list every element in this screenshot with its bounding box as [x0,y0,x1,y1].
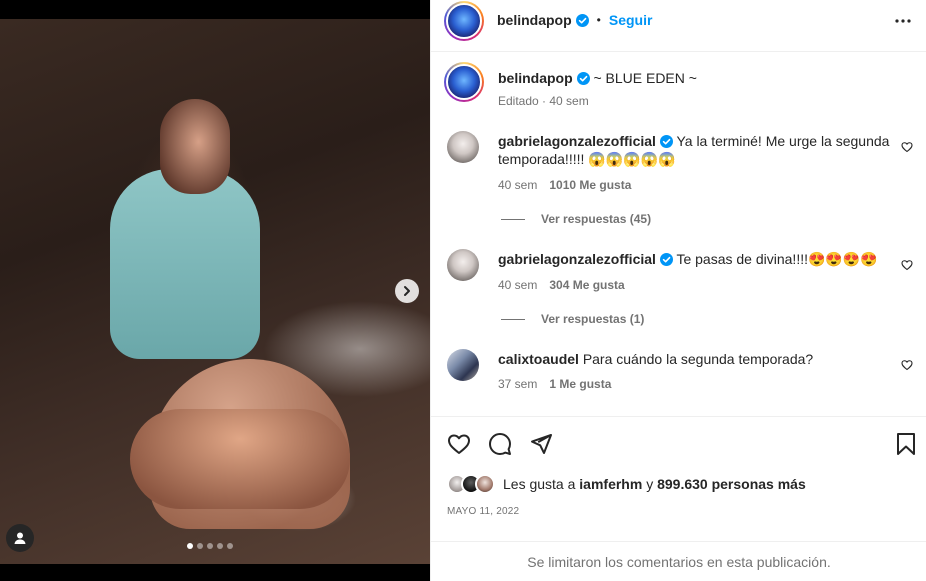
carousel-dot [187,543,193,549]
carousel-dot [227,543,233,549]
likes-count[interactable]: 899.630 personas más [657,476,806,492]
tagged-users-button[interactable] [6,524,34,552]
comment-time: 40 sem [498,178,538,192]
comments-limited-notice: Se limitaron los comentarios en esta pub… [431,541,926,581]
comment-time: 37 sem [498,377,538,391]
comment-meta: 40 sem 1010 Me gusta [498,178,631,192]
bookmark-icon [897,433,915,455]
verified-badge-icon [659,135,673,148]
comment-username[interactable]: gabrielagonzalezofficial [498,251,656,267]
caption-text: ~ BLUE EDEN ~ [593,70,697,86]
comment-text: Te pasas de divina!!!!😍😍😍😍 [676,251,878,267]
likes-prefix: Les gusta a [503,476,576,492]
view-replies-button[interactable]: Ver respuestas (1) [501,312,644,326]
header-separator: • [596,13,601,27]
comment-like-button[interactable] [901,141,913,153]
follow-button[interactable]: Seguir [609,12,653,28]
photo-figure-top [110,169,260,359]
carousel-dot [207,543,213,549]
comment-meta: 40 sem 304 Me gusta [498,278,625,292]
post-actions-section: Les gusta a iamferhm y 899.630 personas … [431,416,926,581]
like-button[interactable] [447,432,471,456]
photo-figure-head [160,99,230,194]
verified-badge-icon [576,72,590,85]
comment-time: 40 sem [498,278,538,292]
post-header: belindapop • Seguir [431,0,926,52]
post-media [0,0,430,581]
comment-like-button[interactable] [901,259,913,271]
more-horizontal-icon [895,19,911,23]
comment-text: Para cuándo la segunda temporada? [582,351,814,367]
paper-plane-icon [531,434,552,454]
comment-text-block: calixtoaudel Para cuándo la segunda temp… [498,350,893,368]
comment-likes-count[interactable]: 1010 Me gusta [549,178,631,192]
likes-connector: y [646,476,654,492]
commenter-avatar[interactable] [447,249,479,281]
comment-item: calixtoaudel Para cuándo la segunda temp… [447,349,917,399]
caption-text-line: belindapop ~ BLUE EDEN ~ [498,69,893,87]
post-photo[interactable] [0,19,430,564]
comment-like-button[interactable] [901,359,913,371]
comment-bubble-icon [489,433,511,455]
save-button[interactable] [895,432,917,456]
comment-username[interactable]: gabrielagonzalezofficial [498,133,656,149]
post-date[interactable]: MAYO 11, 2022 [447,506,519,517]
comment-item: gabrielagonzalezofficial Te pasas de div… [447,249,917,299]
author-avatar[interactable] [444,1,484,41]
comment-text-block: gabrielagonzalezofficial Te pasas de div… [498,250,893,268]
post-side-panel: belindapop • Seguir belindapop ~ BLUE ED… [430,0,926,581]
heart-icon [448,434,470,454]
heart-icon [901,360,913,371]
caption-edited-time: Editado · 40 sem [498,94,589,108]
caption-meta: Editado · 40 sem [498,94,589,108]
comment-likes-count[interactable]: 1 Me gusta [549,377,611,391]
verified-badge-icon [659,253,673,266]
likes-summary: Les gusta a iamferhm y 899.630 personas … [447,474,806,494]
photo-figure-legs [130,409,350,509]
author-username[interactable]: belindapop [497,12,572,28]
liker-username[interactable]: iamferhm [579,476,642,492]
carousel-next-button[interactable] [395,279,419,303]
caption-username[interactable]: belindapop [498,70,573,86]
more-options-button[interactable] [895,19,911,23]
commenter-avatar[interactable] [447,131,479,163]
share-button[interactable] [529,432,553,456]
user-icon [14,532,26,544]
comment-likes-count[interactable]: 304 Me gusta [549,278,624,292]
comment-meta: 37 sem 1 Me gusta [498,377,611,391]
chevron-right-icon [404,286,410,296]
comment-button[interactable] [488,432,512,456]
liker-avatar [475,474,495,494]
view-replies-label: Ver respuestas (45) [541,212,652,226]
view-replies-button[interactable]: Ver respuestas (45) [501,212,651,226]
likes-text: Les gusta a iamferhm y 899.630 personas … [503,476,806,492]
verified-badge-icon [575,13,589,27]
comment-text-block: gabrielagonzalezofficial Ya la terminé! … [498,132,893,168]
comment-username[interactable]: calixtoaudel [498,351,579,367]
view-replies-label: Ver respuestas (1) [541,312,645,326]
caption-author-avatar[interactable] [444,62,484,102]
heart-icon [901,142,913,153]
carousel-dot [217,543,223,549]
carousel-dot [197,543,203,549]
caption: belindapop ~ BLUE EDEN ~ Editado · 40 se… [444,62,917,112]
carousel-indicator [187,543,233,549]
commenter-avatar[interactable] [447,349,479,381]
heart-icon [901,260,913,271]
